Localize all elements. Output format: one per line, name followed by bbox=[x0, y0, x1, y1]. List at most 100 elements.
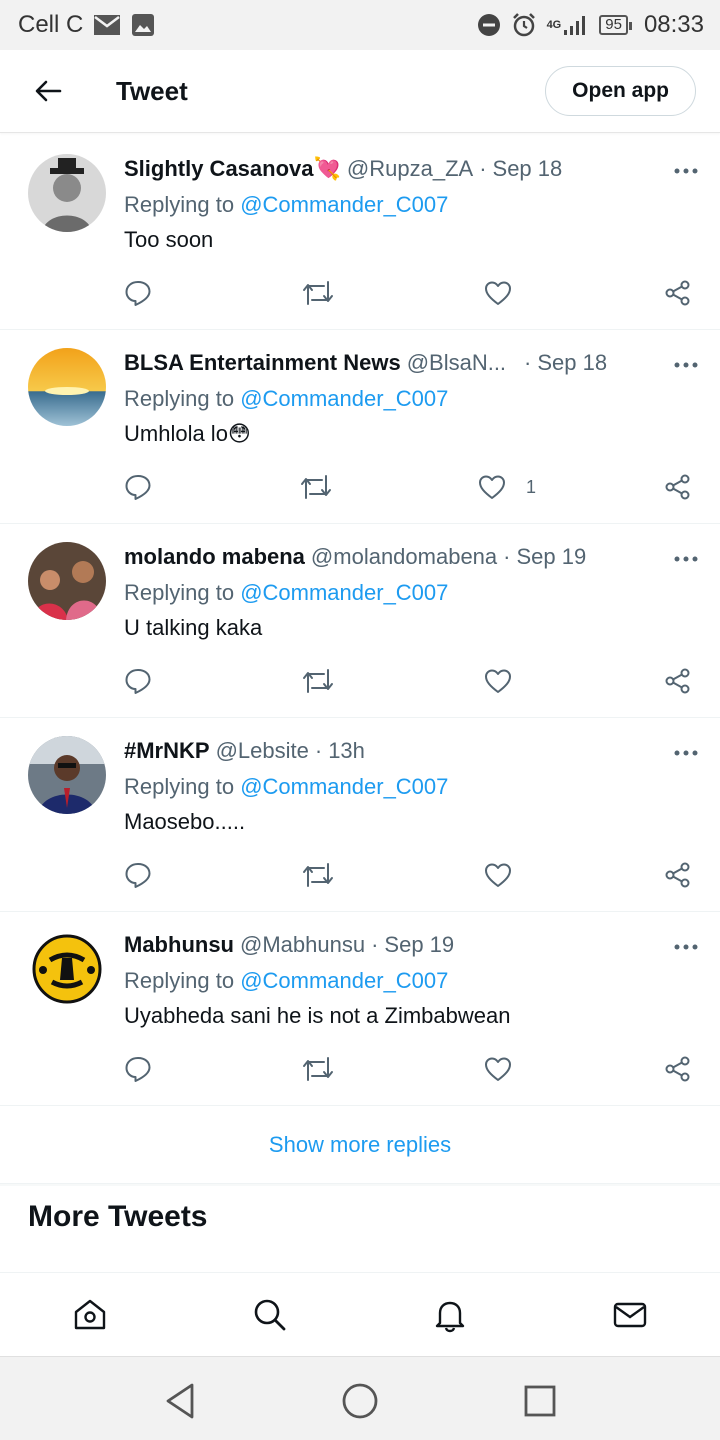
reply-button[interactable] bbox=[124, 858, 152, 892]
status-bar: Cell C 4G 95 08:33 bbox=[0, 0, 720, 50]
tweet-text: Uyabheda sani he is not a Zimbabwean bbox=[124, 1003, 511, 1028]
mail-icon bbox=[93, 14, 121, 36]
more-options-button[interactable] bbox=[664, 156, 708, 186]
share-icon bbox=[665, 280, 690, 306]
display-name[interactable]: Slightly Casanova💘 bbox=[124, 156, 341, 182]
reply-button[interactable] bbox=[124, 276, 152, 310]
open-app-button[interactable]: Open app bbox=[545, 66, 696, 116]
like-count: 1 bbox=[526, 476, 537, 497]
share-button[interactable] bbox=[664, 664, 692, 698]
tweet-content: Mabhunsu @Mabhunsu · Sep 19 Replying to … bbox=[124, 928, 700, 1034]
share-button[interactable] bbox=[664, 858, 692, 892]
more-dots-icon bbox=[674, 556, 698, 562]
retweet-button[interactable] bbox=[302, 858, 334, 892]
home-circle-icon bbox=[342, 1383, 378, 1419]
share-button[interactable] bbox=[664, 276, 692, 310]
reply-button[interactable] bbox=[124, 664, 152, 698]
avatar[interactable] bbox=[28, 348, 106, 426]
tweet[interactable]: BLSA Entertainment News @BlsaN... · Sep … bbox=[0, 330, 720, 524]
avatar[interactable] bbox=[28, 930, 106, 1008]
retweet-icon bbox=[303, 863, 333, 887]
tweet-content: molando mabena @molandomabena · Sep 19 R… bbox=[124, 540, 700, 646]
retweet-button[interactable] bbox=[302, 276, 334, 310]
user-handle[interactable]: @BlsaN... bbox=[407, 350, 506, 376]
tweet-date[interactable]: Sep 19 bbox=[384, 932, 454, 958]
retweet-icon bbox=[303, 1057, 333, 1081]
heart-icon bbox=[479, 475, 505, 499]
tweet-date[interactable]: Sep 19 bbox=[516, 544, 586, 570]
display-name[interactable]: BLSA Entertainment News bbox=[124, 350, 401, 376]
tweet[interactable]: Mabhunsu @Mabhunsu · Sep 19 Replying to … bbox=[0, 912, 720, 1106]
retweet-button[interactable] bbox=[300, 470, 332, 504]
tab-messages[interactable] bbox=[608, 1293, 652, 1337]
tweet-date[interactable]: Sep 18 bbox=[537, 350, 607, 376]
carrier-label: Cell C bbox=[18, 11, 84, 38]
battery-icon: 95 bbox=[599, 15, 632, 35]
replying-prefix: Replying to bbox=[124, 386, 241, 411]
show-more-replies-link[interactable]: Show more replies bbox=[0, 1106, 720, 1184]
user-handle[interactable]: @molandomabena bbox=[311, 544, 497, 570]
mention-link[interactable]: @Commander_C007 bbox=[240, 192, 448, 217]
like-button[interactable] bbox=[484, 276, 526, 310]
avatar[interactable] bbox=[28, 736, 106, 814]
reply-button[interactable] bbox=[124, 470, 152, 504]
more-options-button[interactable] bbox=[664, 350, 708, 380]
more-options-button[interactable] bbox=[664, 932, 708, 962]
retweet-icon bbox=[303, 281, 333, 305]
mention-link[interactable]: @Commander_C007 bbox=[240, 386, 448, 411]
user-handle[interactable]: @Rupza_ZA bbox=[347, 156, 473, 182]
share-button[interactable] bbox=[664, 1052, 692, 1086]
tweet-actions bbox=[124, 664, 700, 698]
tweet[interactable]: Slightly Casanova💘 @Rupza_ZA · Sep 18 Re… bbox=[0, 136, 720, 330]
separator-dot: · bbox=[503, 544, 511, 569]
user-handle[interactable]: @Mabhunsu bbox=[240, 932, 365, 958]
more-options-button[interactable] bbox=[664, 738, 708, 768]
avatar[interactable] bbox=[28, 542, 106, 620]
dnd-icon bbox=[477, 13, 501, 37]
replying-prefix: Replying to bbox=[124, 774, 241, 799]
tweet[interactable]: molando mabena @molandomabena · Sep 19 R… bbox=[0, 524, 720, 718]
display-name[interactable]: #MrNKP bbox=[124, 738, 210, 764]
more-options-button[interactable] bbox=[664, 544, 708, 574]
tab-notifications[interactable] bbox=[428, 1293, 472, 1337]
search-icon bbox=[254, 1299, 286, 1331]
like-button[interactable] bbox=[484, 664, 526, 698]
user-handle[interactable]: @Lebsite bbox=[216, 738, 309, 764]
tweet-actions bbox=[124, 858, 700, 892]
more-dots-icon bbox=[674, 750, 698, 756]
back-button[interactable] bbox=[0, 50, 96, 133]
system-back-button[interactable] bbox=[158, 1379, 202, 1423]
heart-icon bbox=[485, 863, 511, 887]
replying-to-line: Replying to @Commander_C007 bbox=[124, 188, 700, 222]
share-button[interactable] bbox=[664, 470, 692, 504]
system-nav-bar bbox=[0, 1356, 720, 1440]
display-name[interactable]: molando mabena bbox=[124, 544, 305, 570]
mention-link[interactable]: @Commander_C007 bbox=[240, 580, 448, 605]
like-button[interactable] bbox=[484, 858, 526, 892]
tab-search[interactable] bbox=[248, 1293, 292, 1337]
retweet-button[interactable] bbox=[302, 664, 334, 698]
tweet-date[interactable]: 13h bbox=[328, 738, 365, 764]
tweet-actions: 1 bbox=[124, 470, 700, 504]
reply-icon bbox=[125, 863, 151, 888]
separator-dot: · bbox=[371, 932, 379, 957]
tab-home[interactable] bbox=[68, 1293, 112, 1337]
tweet-date[interactable]: Sep 18 bbox=[493, 156, 563, 182]
mention-link[interactable]: @Commander_C007 bbox=[240, 968, 448, 993]
bottom-tab-bar bbox=[0, 1272, 720, 1356]
separator-dot: · bbox=[314, 738, 323, 763]
system-home-button[interactable] bbox=[338, 1379, 382, 1423]
like-button[interactable] bbox=[484, 1052, 526, 1086]
retweet-button[interactable] bbox=[302, 1052, 334, 1086]
share-icon bbox=[665, 862, 690, 888]
reply-icon bbox=[125, 669, 151, 694]
replying-to-line: Replying to @Commander_C007 bbox=[124, 382, 700, 416]
system-recents-button[interactable] bbox=[518, 1379, 562, 1423]
like-button[interactable]: 1 bbox=[478, 470, 536, 504]
mention-link[interactable]: @Commander_C007 bbox=[240, 774, 448, 799]
avatar[interactable] bbox=[28, 154, 106, 232]
display-name[interactable]: Mabhunsu bbox=[124, 932, 234, 958]
reply-button[interactable] bbox=[124, 1052, 152, 1086]
tweet[interactable]: #MrNKP @Lebsite · 13h Replying to @Comma… bbox=[0, 718, 720, 912]
replies-feed: Slightly Casanova💘 @Rupza_ZA · Sep 18 Re… bbox=[0, 136, 720, 1106]
